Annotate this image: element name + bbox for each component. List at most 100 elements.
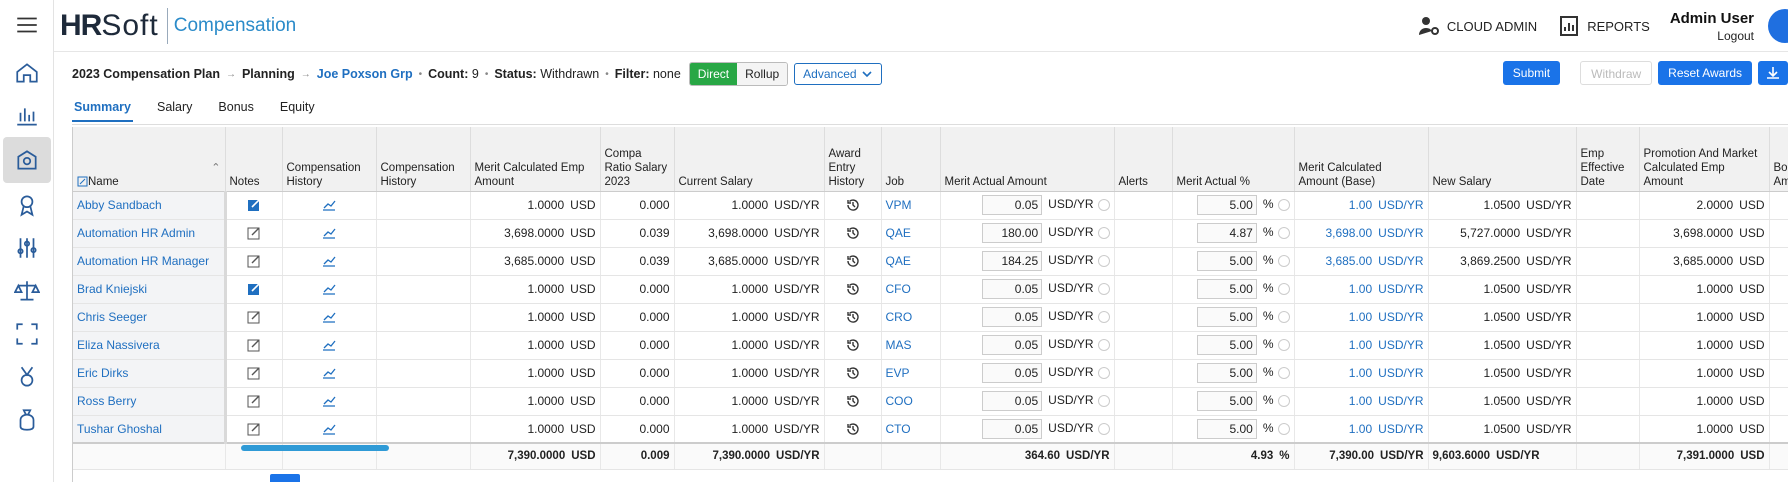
col-job[interactable]: Job (881, 127, 941, 192)
note-icon[interactable] (225, 219, 283, 248)
col-merit-actual-pct[interactable]: Merit Actual % (1172, 127, 1295, 192)
reset-history-icon[interactable] (1277, 283, 1290, 295)
employee-name-link[interactable]: Eliza Nassivera (73, 331, 227, 360)
col-name[interactable]: Name ⌃ (73, 127, 226, 192)
chart-icon[interactable] (3, 93, 51, 139)
merit-pct-input[interactable]: 5.00 (1196, 363, 1257, 383)
col-merit-calc-base[interactable]: Merit Calculated Amount (Base) (1294, 127, 1429, 192)
edit-all-icon[interactable] (77, 176, 88, 187)
reset-history-icon[interactable] (1097, 255, 1110, 267)
merit-actual-input[interactable]: 0.05 (982, 391, 1043, 411)
logout-link[interactable]: Logout (1670, 29, 1754, 43)
history-icon[interactable] (824, 303, 882, 332)
col-merit-calc-emp[interactable]: Merit Calculated Emp Amount (470, 127, 601, 192)
cloud-admin-link[interactable]: CLOUD ADMIN (1417, 14, 1537, 38)
job-link[interactable]: QAE (881, 247, 941, 276)
reset-history-icon[interactable] (1097, 227, 1110, 239)
merit-actual-input[interactable]: 0.05 (982, 195, 1043, 215)
sort-asc-icon[interactable]: ⌃ (211, 161, 220, 175)
history-icon[interactable] (824, 191, 882, 220)
col-comp-history-2[interactable]: Compensation History (376, 127, 471, 192)
merit-actual-input[interactable]: 180.00 (982, 223, 1043, 243)
employee-name-link[interactable]: Chris Seeger (73, 303, 227, 332)
reset-history-icon[interactable] (1097, 367, 1110, 379)
reset-history-icon[interactable] (1277, 367, 1290, 379)
rollup-button[interactable]: Rollup (737, 63, 788, 85)
job-link[interactable]: CFO (881, 275, 941, 304)
job-link[interactable]: QAE (881, 219, 941, 248)
hamburger-menu-icon[interactable] (3, 2, 51, 48)
crumb-plan[interactable]: 2023 Compensation Plan (72, 67, 220, 81)
home-icon[interactable] (3, 50, 51, 96)
sliders-icon[interactable] (3, 225, 51, 271)
trend-icon[interactable] (282, 303, 377, 332)
trend-icon[interactable] (282, 247, 377, 276)
merit-base-cell[interactable]: 1.00 USD/YR (1294, 303, 1429, 332)
col-current-salary[interactable]: Current Salary (674, 127, 825, 192)
direct-button[interactable]: Direct (689, 63, 738, 85)
horizontal-scrollbar[interactable] (241, 445, 389, 451)
col-award-entry-history[interactable]: Award Entry History (824, 127, 882, 192)
reset-history-icon[interactable] (1277, 255, 1290, 267)
pager-active-page[interactable] (270, 474, 300, 482)
merit-actual-input[interactable]: 0.05 (982, 363, 1043, 383)
merit-base-cell[interactable]: 3,685.00 USD/YR (1294, 247, 1429, 276)
download-button[interactable] (1758, 61, 1788, 85)
note-icon[interactable] (225, 247, 283, 276)
expand-icon[interactable] (3, 311, 51, 357)
reset-history-icon[interactable] (1097, 199, 1110, 211)
merit-base-cell[interactable]: 1.00 USD/YR (1294, 191, 1429, 220)
merit-pct-input[interactable]: 5.00 (1196, 391, 1257, 411)
note-filled-icon[interactable] (225, 191, 283, 220)
reset-history-icon[interactable] (1097, 339, 1110, 351)
note-icon[interactable] (225, 359, 283, 388)
reset-history-icon[interactable] (1277, 199, 1290, 211)
merit-pct-input[interactable]: 5.00 (1196, 195, 1257, 215)
tab-salary[interactable]: Salary (155, 96, 194, 122)
merit-pct-input[interactable]: 5.00 (1196, 251, 1257, 271)
merit-pct-input[interactable]: 5.00 (1196, 279, 1257, 299)
history-icon[interactable] (824, 415, 882, 444)
reset-history-icon[interactable] (1097, 311, 1110, 323)
trend-icon[interactable] (282, 359, 377, 388)
job-link[interactable]: COO (881, 387, 941, 416)
employee-name-link[interactable]: Eric Dirks (73, 359, 227, 388)
col-merit-actual-amount[interactable]: Merit Actual Amount (940, 127, 1115, 192)
withdraw-button[interactable]: Withdraw (1580, 61, 1653, 85)
avatar[interactable] (1768, 9, 1788, 43)
col-emp-effective-date[interactable]: Emp Effective Date (1576, 127, 1640, 192)
merit-actual-input[interactable]: 0.05 (982, 307, 1043, 327)
employee-name-link[interactable]: Ross Berry (73, 387, 227, 416)
trend-icon[interactable] (282, 331, 377, 360)
crumb-group[interactable]: Joe Poxson Grp (317, 67, 413, 81)
crumb-planning[interactable]: Planning (242, 67, 295, 81)
employee-name-link[interactable]: Automation HR Manager (73, 247, 227, 276)
medal-icon[interactable] (3, 354, 51, 400)
tab-bonus[interactable]: Bonus (216, 96, 255, 122)
merit-pct-input[interactable]: 5.00 (1196, 335, 1257, 355)
reports-link[interactable]: REPORTS (1557, 14, 1650, 38)
reset-history-icon[interactable] (1097, 283, 1110, 295)
employee-name-link[interactable]: Automation HR Admin (73, 219, 227, 248)
col-compa-ratio[interactable]: Compa Ratio Salary 2023 (600, 127, 675, 192)
brand-logo[interactable]: HR Soft Compensation (60, 6, 296, 46)
trend-icon[interactable] (282, 275, 377, 304)
merit-base-cell[interactable]: 3,698.00 USD/YR (1294, 219, 1429, 248)
employee-name-link[interactable]: Abby Sandbach (73, 191, 227, 220)
reset-history-icon[interactable] (1277, 422, 1290, 435)
reset-history-icon[interactable] (1277, 339, 1290, 351)
trend-icon[interactable] (282, 219, 377, 248)
money-bag-icon[interactable] (3, 397, 51, 443)
history-icon[interactable] (824, 331, 882, 360)
award-icon[interactable] (3, 182, 51, 228)
scales-icon[interactable] (3, 268, 51, 314)
merit-base-cell[interactable]: 1.00 USD/YR (1294, 359, 1429, 388)
trend-icon[interactable] (282, 387, 377, 416)
history-icon[interactable] (824, 247, 882, 276)
merit-actual-input[interactable]: 0.05 (982, 279, 1043, 299)
trend-icon[interactable] (282, 415, 377, 444)
merit-pct-input[interactable]: 5.00 (1196, 418, 1257, 439)
col-notes[interactable]: Notes (225, 127, 283, 192)
job-link[interactable]: EVP (881, 359, 941, 388)
employee-name-link[interactable]: Brad Kniejski (73, 275, 227, 304)
